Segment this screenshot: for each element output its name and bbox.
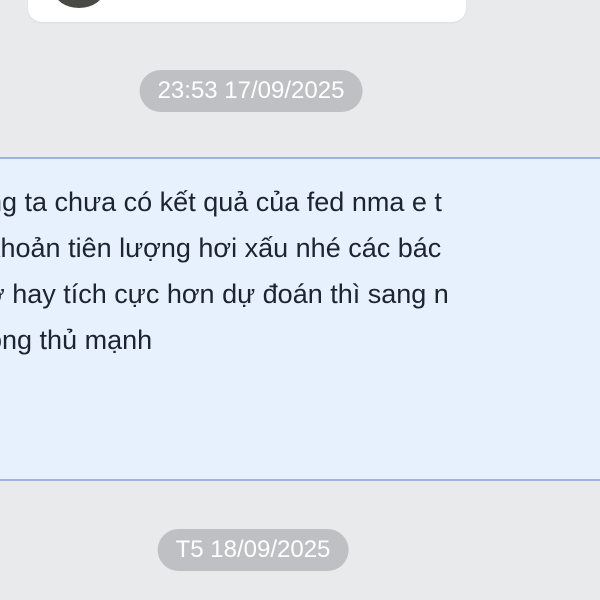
- message-line: ong thủ mạnh: [0, 325, 153, 355]
- message-line: ờ hay tích cực hơn dự đoán thì sang n: [0, 279, 449, 309]
- timestamp-divider: 23:53 17/09/2025: [139, 70, 363, 112]
- chat-message-area[interactable]: 23:53 17/09/2025 ng ta chưa có kết quả c…: [0, 0, 600, 600]
- message-bubble[interactable]: ng ta chưa có kết quả của fed nma e t kh…: [0, 157, 600, 481]
- message-line: ng ta chưa có kết quả của fed nma e t: [0, 187, 442, 217]
- message-line: khoản tiên lượng hơi xấu nhé các bác: [0, 233, 442, 263]
- date-divider: T5 18/09/2025: [157, 529, 349, 571]
- message-text: ng ta chưa có kết quả của fed nma e t kh…: [0, 179, 449, 363]
